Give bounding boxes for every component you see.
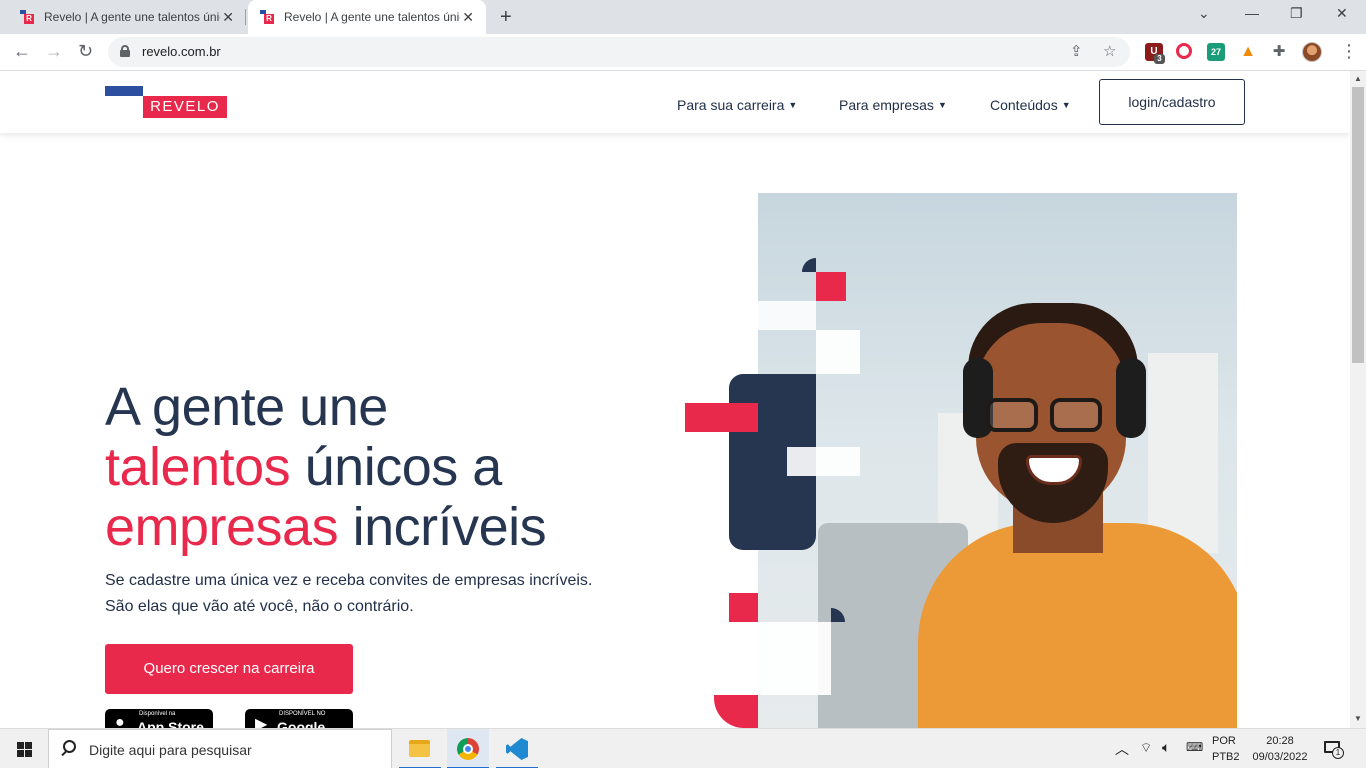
nav-label: Para empresas [839, 97, 934, 113]
profile-avatar[interactable] [1302, 42, 1322, 62]
keyboard-icon[interactable]: ⌨︎ [1186, 740, 1203, 754]
restore-button[interactable]: ❐ [1290, 5, 1303, 22]
apple-icon: ● [115, 714, 125, 728]
windows-logo-icon [17, 742, 32, 757]
address-bar[interactable]: revelo.com.br ⇪ ☆ [108, 37, 1130, 67]
clock-time: 20:28 [1266, 735, 1294, 747]
search-placeholder: Digite aqui para pesquisar [89, 742, 252, 758]
browser-tab[interactable]: R Revelo | A gente une talentos únicos a… [0, 0, 246, 34]
login-button[interactable]: login/cadastro [1099, 79, 1245, 125]
lock-icon[interactable] [120, 45, 130, 57]
decor-shape [758, 622, 831, 695]
bookmark-star-icon[interactable]: ☆ [1103, 42, 1116, 60]
nav-para-sua-carreira[interactable]: Para sua carreira ▼ [677, 97, 797, 113]
page-scrollbar[interactable]: ▲ ▼ [1350, 71, 1366, 728]
decor-shape [729, 593, 758, 622]
hero-title: A gente une talentos únicos a empresas i… [105, 377, 547, 557]
windows-start-button[interactable] [0, 729, 48, 768]
chevron-down-icon: ▼ [788, 100, 798, 110]
clock[interactable]: 20:28 09/03/2022 [1248, 733, 1312, 765]
close-tab-icon[interactable]: ✕ [222, 9, 234, 25]
cta-button[interactable]: Quero crescer na carreira [105, 644, 353, 694]
volume-icon[interactable]: 🔈︎ [1162, 739, 1170, 756]
calendar-extension-icon[interactable]: 27 [1207, 43, 1225, 61]
decor-shape [700, 301, 816, 330]
play-store-icon: ▶ [255, 716, 268, 728]
browser-toolbar: ← → ↻ revelo.com.br ⇪ ☆ U 3 27 ▲ ✚ ⋮ [0, 34, 1366, 71]
nav-para-empresas[interactable]: Para empresas ▼ [839, 97, 947, 113]
new-tab-button[interactable]: + [500, 7, 512, 27]
page-viewport: REVELO Para sua carreira ▼ Para empresas ▼… [0, 71, 1366, 728]
close-tab-icon[interactable]: ✕ [462, 9, 474, 25]
tab-title: Revelo | A gente une talentos únicos a e… [284, 10, 460, 24]
tab-search-chevron-icon[interactable]: ⌄ [1198, 5, 1210, 22]
show-hidden-icons-chevron[interactable]: ︿ [1115, 739, 1129, 759]
decor-shape [816, 330, 860, 374]
search-icon-handle [61, 749, 68, 757]
scroll-down-arrow-icon[interactable]: ▼ [1354, 714, 1362, 723]
scroll-up-arrow-icon[interactable]: ▲ [1354, 74, 1362, 83]
taskbar-vscode[interactable] [496, 729, 538, 768]
google-play-badge[interactable]: ▶ DISPONÍVEL NO Google Play [245, 709, 353, 728]
hero-subtitle: Se cadastre uma única vez e receba convi… [105, 572, 593, 615]
chrome-menu-icon[interactable]: ⋮ [1340, 41, 1358, 61]
windows-taskbar: Digite aqui para pesquisar ︿ ⌔ 🔈︎ ⌨︎ POR… [0, 728, 1366, 768]
hero-title-line: A gente une [105, 377, 388, 437]
input-language[interactable]: POR PTB2 [1212, 733, 1240, 765]
url-text[interactable]: revelo.com.br [142, 44, 221, 59]
decor-shape [714, 695, 758, 728]
minimize-button[interactable]: — [1245, 5, 1259, 21]
hero-title-line: empresas incríveis [105, 497, 547, 557]
taskbar-search-box[interactable]: Digite aqui para pesquisar [48, 729, 392, 768]
hero-highlight: talentos [105, 437, 291, 497]
back-button[interactable]: ← [13, 41, 31, 61]
notification-center[interactable]: 1 [1322, 737, 1344, 759]
scrollbar-thumb[interactable] [1352, 87, 1364, 363]
revelo-favicon: R [260, 10, 274, 24]
hero-highlight: empresas [105, 497, 339, 557]
nav-label: Para sua carreira [677, 97, 785, 113]
taskbar-chrome[interactable] [447, 729, 489, 768]
decor-shape [787, 447, 860, 476]
hero-title-line: talentos únicos a [105, 437, 502, 497]
folder-icon [409, 740, 430, 757]
revelo-logo[interactable]: REVELO [105, 86, 227, 119]
decor-shape [816, 272, 846, 301]
nav-conteudos[interactable]: Conteúdos ▼ [990, 97, 1071, 113]
extension-badge: 3 [1154, 54, 1165, 64]
site-header: REVELO Para sua carreira ▼ Para empresas ▼… [0, 71, 1350, 133]
taskbar-file-explorer[interactable] [399, 729, 441, 768]
recorder-extension-icon[interactable] [1176, 43, 1192, 59]
close-window-button[interactable]: ✕ [1336, 5, 1348, 22]
reload-button[interactable]: ↻ [78, 41, 93, 61]
browser-tab-active[interactable]: R Revelo | A gente une talentos únicos a… [248, 0, 486, 34]
chevron-down-icon: ▼ [937, 100, 947, 110]
vlc-extension-icon[interactable]: ▲ [1239, 43, 1257, 61]
clock-date: 09/03/2022 [1252, 751, 1308, 763]
share-icon[interactable]: ⇪ [1070, 42, 1083, 60]
forward-button[interactable]: → [45, 41, 63, 61]
chevron-down-icon: ▼ [1061, 100, 1071, 110]
app-store-badge[interactable]: ● Disponível na App Store [105, 709, 213, 728]
wifi-icon[interactable]: ⌔ [1140, 740, 1152, 756]
browser-tab-strip: R Revelo | A gente une talentos únicos a… [0, 0, 1366, 34]
vscode-icon [506, 738, 528, 760]
decor-shape [685, 403, 758, 432]
notification-count-badge: 1 [1332, 747, 1344, 759]
tab-title: Revelo | A gente une talentos únicos a e… [44, 10, 220, 24]
extensions-puzzle-icon[interactable]: ✚ [1270, 43, 1288, 61]
nav-label: Conteúdos [990, 97, 1058, 113]
revelo-favicon: R [20, 10, 34, 24]
